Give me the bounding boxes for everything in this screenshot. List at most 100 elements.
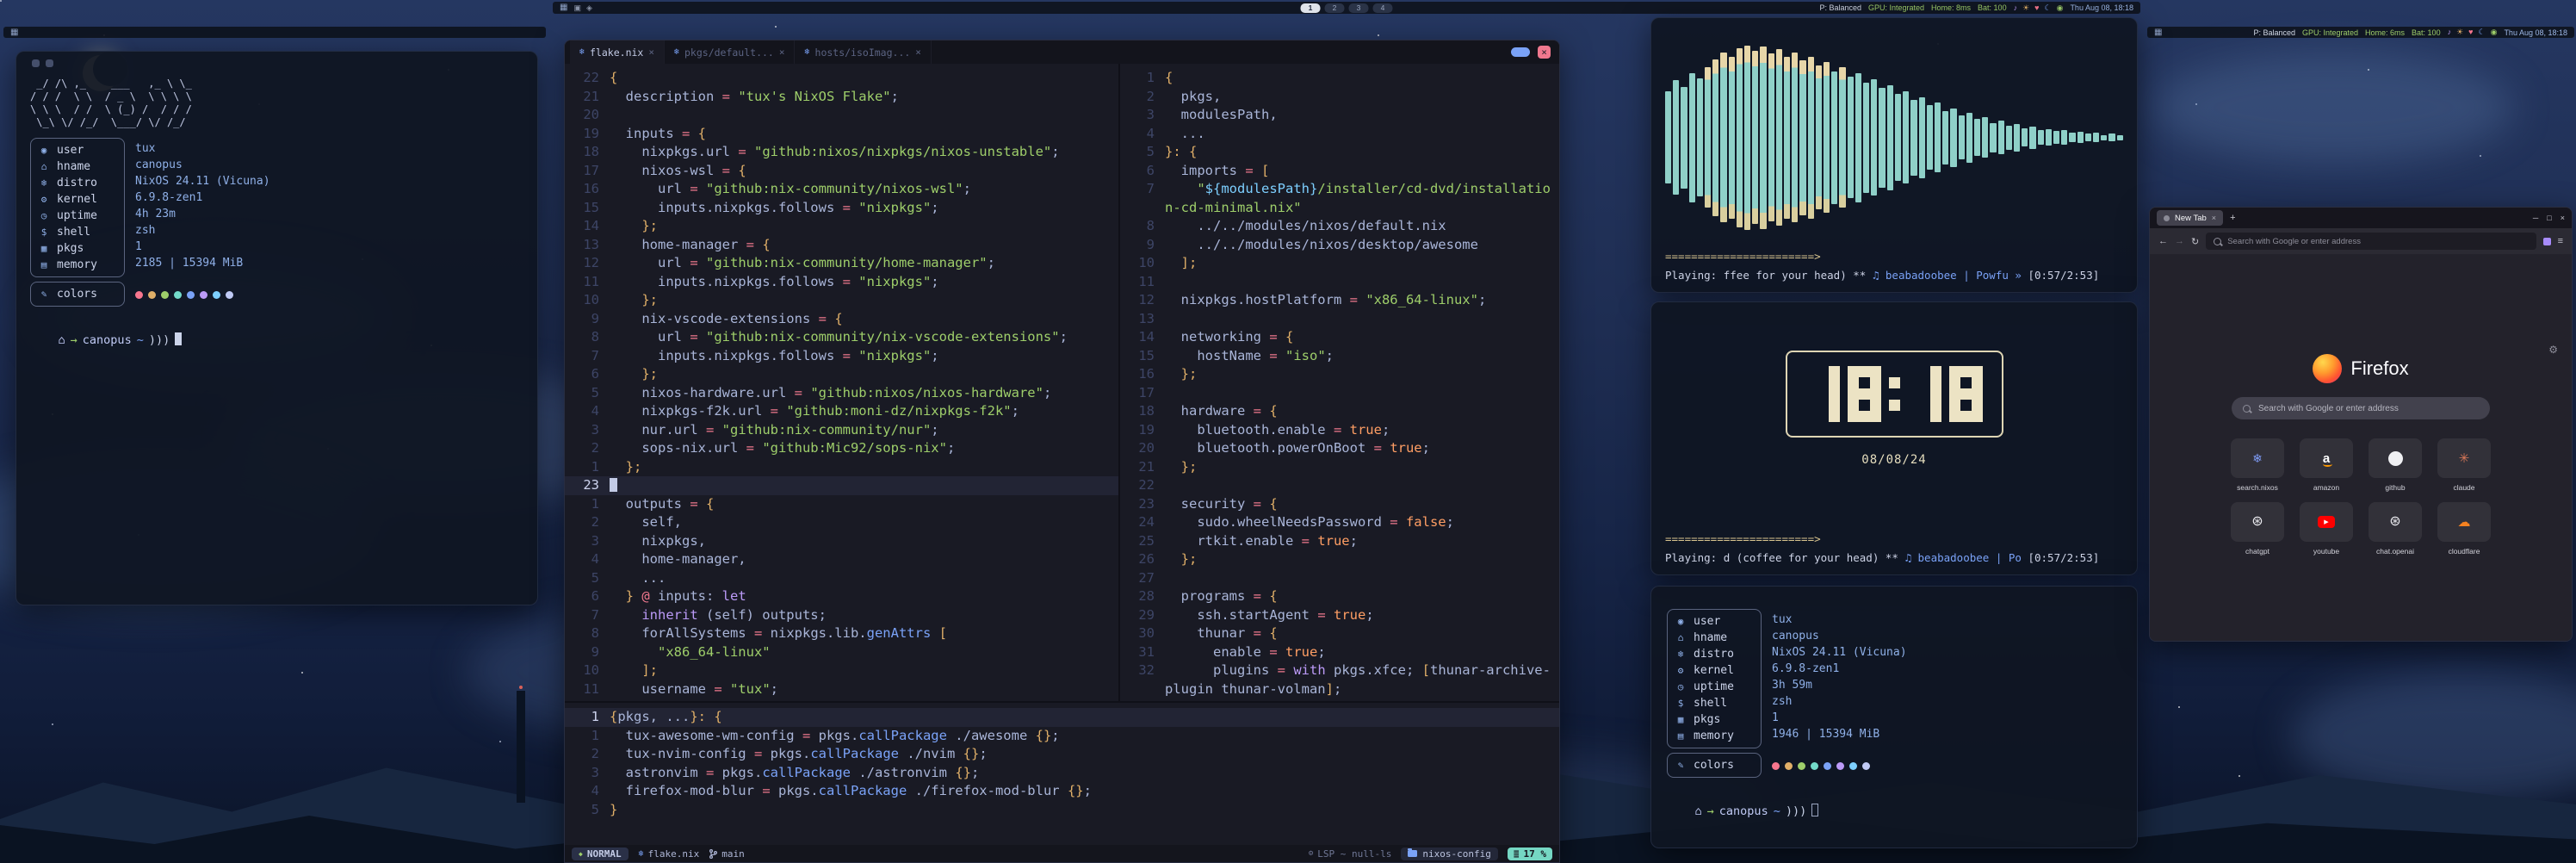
display-icon[interactable]: ▣ [573,4,581,12]
code-line: 1 tux-awesome-wm-config = pkgs.callPacka… [565,727,1559,746]
volume-icon[interactable]: ♪ [2014,4,2018,12]
shell-prompt[interactable]: ⌂→canopus~))) [30,319,523,361]
cava-bar [1974,119,1980,156]
forward-button[interactable]: → [2175,236,2184,246]
shortcut-github[interactable]: github [2364,438,2426,492]
launcher-icon[interactable]: ▦ [2154,28,2162,37]
volume-icon[interactable]: ♪ [2448,28,2452,36]
maximize-button[interactable]: □ [2547,214,2551,222]
cava-bar [1839,67,1845,208]
cava-bar [1959,115,1965,159]
back-button[interactable]: ← [2158,236,2168,246]
nixos-snowflake-icon: ❄ [2252,452,2263,464]
network-icon[interactable]: ♥ [2468,28,2473,36]
code-line: 18 hardware = { [1120,402,1559,421]
cava-bar [1855,73,1861,202]
tab-close-icon[interactable]: × [779,47,785,58]
search-input[interactable]: Search with Google or enter address [2232,397,2490,419]
close-button[interactable]: × [1538,46,1551,59]
editor-tab-pkgs/default...[interactable]: ❄pkgs/default...× [665,40,796,64]
branch-icon [709,849,717,859]
terminal-cursor [1811,804,1818,816]
power-icon[interactable]: ◉ [2491,28,2498,36]
maximize-toggle[interactable] [1511,47,1530,57]
brightness-icon[interactable]: ☀ [2456,28,2463,36]
window-button[interactable] [46,59,53,67]
cava-bar [1784,57,1790,219]
extension-icon[interactable] [2543,238,2551,245]
close-button[interactable]: × [2561,214,2565,222]
code-line: 4 home-manager, [565,550,1118,569]
shortcut-amazon[interactable]: aamazon [2295,438,2357,492]
terminal-window-fastfetch[interactable]: _/ /\ ,_ ___ ,_ \ \_ / / / \ \ / _ \ \ \… [15,51,538,605]
clock-date: 08/08/24 [1665,453,2123,467]
workspace-2[interactable]: 2 [1325,3,1345,13]
code-line: 7 inputs.nixpkgs.follows = "nixpkgs"; [565,347,1118,366]
firefox-logo-icon [2313,354,2342,383]
shortcut-claude[interactable]: ✳claude [2433,438,2495,492]
clock-digit [1889,366,1900,422]
code-line: 1 }; [565,458,1118,477]
editor-pane-iso-config[interactable]: 1{2 pkgs,3 modulesPath,4 ...5}: {6 impor… [1120,64,1559,701]
workspace-1[interactable]: 1 [1301,3,1321,13]
workspace-3[interactable]: 3 [1349,3,1369,13]
prompt-host: canopus [83,333,132,347]
prompt-path: ~ [137,333,144,347]
terminal-window-cava[interactable]: =======================> Playing: ffee f… [1650,17,2138,293]
tab-close-icon[interactable]: × [915,47,921,58]
address-bar[interactable]: Search with Google or enter address [2206,233,2536,250]
code-line: 32 plugins = with pkgs.xfce; [thunar-arc… [1120,661,1559,680]
neovim-window[interactable]: ❄flake.nix×❄pkgs/default...×❄hosts/isoIm… [564,40,1560,863]
shortcut-chat.openai[interactable]: ⊛chat.openai [2364,502,2426,556]
prompt-arrow: → [71,333,77,347]
shortcut-label: cloudflare [2449,547,2480,556]
launcher-icon[interactable]: ▦ [10,28,18,37]
terminal-window-clock[interactable]: 08/08/24 =======================> Playin… [1650,301,2138,575]
reload-button[interactable]: ↻ [2191,236,2199,247]
clock-digit [1806,366,1840,422]
keyboard-icon[interactable]: ◈ [586,4,592,12]
lsp-status: ⚙LSP ~ null-ls [1309,848,1392,860]
editor-pane-flake-nix[interactable]: 22{21 description = "tux's NixOS Flake";… [565,64,1120,701]
cava-bar [1879,88,1885,188]
workspace-4[interactable]: 4 [1373,3,1393,13]
tab-close-icon[interactable]: × [648,47,654,58]
mode-indicator: ◆NORMAL [572,847,629,860]
code-line: 25 rtkit.enable = true; [1120,532,1559,551]
launcher-icon[interactable]: ▦ [560,3,567,12]
shell-prompt[interactable]: ⌂→canopus~))) [1667,790,2121,832]
shortcut-cloudflare[interactable]: ☁cloudflare [2433,502,2495,556]
gpu-badge: GPU: Integrated [1868,3,1924,12]
network-icon[interactable]: ♥ [2034,4,2039,12]
cava-bar [1720,53,1726,222]
brightness-icon[interactable]: ☀ [2022,4,2029,12]
firefox-wordmark: Firefox [2350,357,2408,380]
code-line: 15 inputs.nixpkgs.follows = "nixpkgs"; [565,199,1118,218]
editor-pane-pkgs-default[interactable]: 1{pkgs, ...}: {1 tux-awesome-wm-config =… [565,701,1559,845]
code-line: 3 astronvim = pkgs.callPackage ./astronv… [565,764,1559,783]
shortcut-search.nixos[interactable]: ❄search.nixos [2226,438,2288,492]
cava-bar [1942,111,1948,165]
power-icon[interactable]: ◉ [2057,4,2064,12]
personalize-gear-icon[interactable]: ⚙ [2548,344,2558,356]
menu-icon[interactable]: ≡ [2558,236,2563,246]
bluetooth-icon[interactable]: ☾ [2045,4,2052,12]
tab-title: New Tab [2175,214,2207,223]
cava-bar [1737,48,1743,227]
new-tab-button[interactable]: + [2230,213,2235,223]
window-button[interactable] [32,59,40,67]
shortcut-youtube[interactable]: ▶youtube [2295,502,2357,556]
terminal-window-fastfetch-2[interactable]: ◉user⌂hname❄distro⚙kernel◷uptime$shell▦p… [1650,586,2138,848]
editor-tab-flake.nix[interactable]: ❄flake.nix× [570,40,665,64]
cava-bar [1799,60,1805,215]
tab-close-icon[interactable]: × [2212,214,2216,222]
shortcut-chatgpt[interactable]: ⊛chatgpt [2226,502,2288,556]
prompt-host: canopus [1719,804,1768,818]
firefox-window[interactable]: New Tab × + ─ □ × ← → ↻ Search with Goog… [2149,207,2573,642]
browser-tab[interactable]: New Tab × [2157,210,2223,226]
bluetooth-icon[interactable]: ☾ [2479,28,2486,36]
shortcut-label: amazon [2313,483,2339,492]
editor-tab-hosts/isoImag...[interactable]: ❄hosts/isoImag...× [795,40,931,64]
top-bar-left-monitor: ▦ [3,27,546,38]
minimize-button[interactable]: ─ [2533,214,2538,222]
